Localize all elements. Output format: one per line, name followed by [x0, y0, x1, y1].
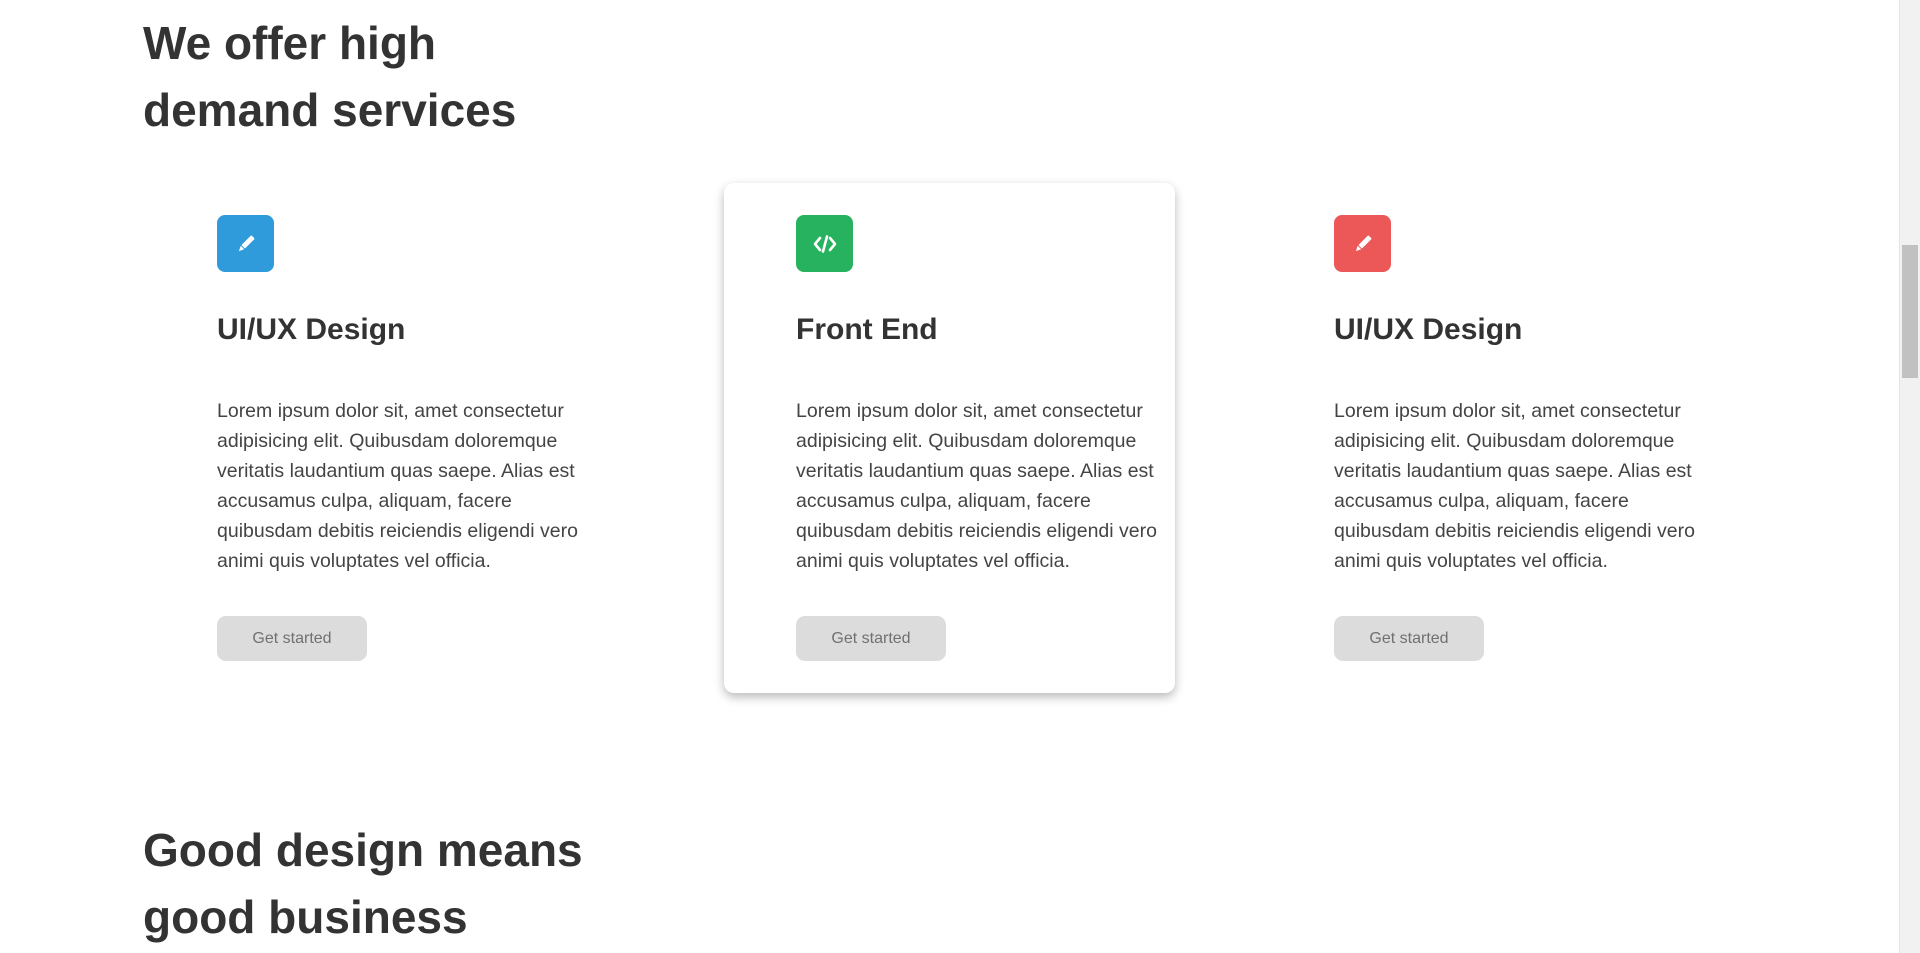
pencil-icon — [1334, 215, 1391, 272]
services-title-line-1: We offer high — [143, 17, 437, 69]
scrollbar-thumb[interactable] — [1902, 245, 1918, 378]
get-started-button[interactable]: Get started — [796, 616, 946, 661]
card-title: Front End — [796, 313, 938, 346]
card-description: Lorem ipsum dolor sit, amet consectetur … — [1334, 400, 1695, 572]
service-card-front-end: Front End Lorem ipsum dolor sit, amet co… — [724, 183, 1175, 693]
get-started-button[interactable]: Get started — [1334, 616, 1484, 661]
pencil-icon — [217, 215, 274, 272]
design-title-line-1: Good design means — [143, 824, 583, 876]
vertical-scrollbar[interactable] — [1899, 0, 1920, 953]
services-section-title: We offer high demand services — [143, 10, 516, 144]
service-card-ui-ux-design: UI/UX Design Lorem ipsum dolor sit, amet… — [145, 183, 596, 693]
design-section-title: Good design means good business — [143, 817, 583, 951]
page: We offer high demand services UI/UX Desi… — [0, 0, 1920, 953]
card-description: Lorem ipsum dolor sit, amet consectetur … — [796, 400, 1157, 572]
services-title-line-2: demand services — [143, 84, 517, 136]
code-icon — [796, 215, 853, 272]
card-title: UI/UX Design — [217, 313, 406, 346]
service-card-ui-ux-design-2: UI/UX Design Lorem ipsum dolor sit, amet… — [1262, 183, 1713, 693]
get-started-button[interactable]: Get started — [217, 616, 367, 661]
card-description: Lorem ipsum dolor sit, amet consectetur … — [217, 400, 578, 572]
page-content: We offer high demand services UI/UX Desi… — [0, 0, 1899, 953]
design-title-line-2: good business — [143, 891, 468, 943]
card-title: UI/UX Design — [1334, 313, 1523, 346]
